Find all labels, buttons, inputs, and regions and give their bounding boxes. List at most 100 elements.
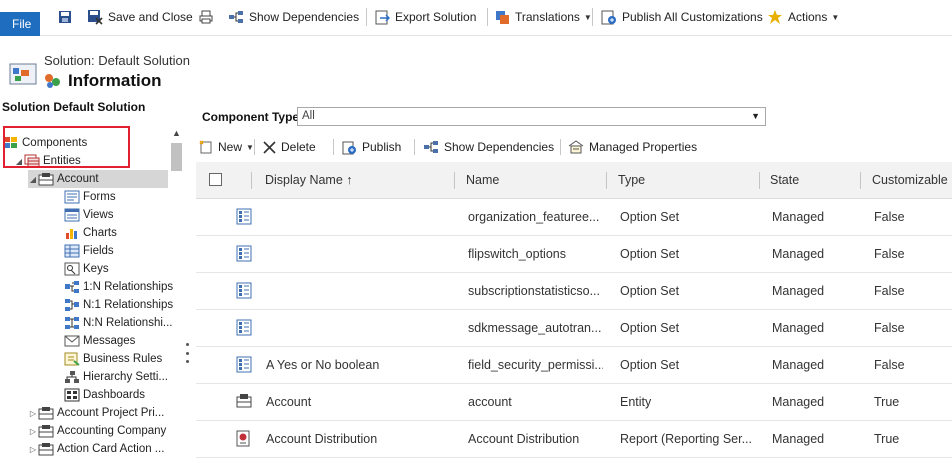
cell-display-name: [266, 199, 451, 236]
scroll-up-icon[interactable]: ▲: [172, 128, 181, 138]
chevron-down-icon: ▼: [246, 142, 254, 152]
table-row[interactable]: flipswitch_options Option Set Managed Fa…: [196, 236, 952, 273]
tree-node-views[interactable]: Views: [64, 206, 113, 224]
cell-type: Option Set: [620, 210, 680, 224]
table-row[interactable]: Account Distribution Account Distributio…: [196, 421, 952, 458]
component-type-label: Component Type: [202, 110, 300, 124]
column-header-customizable[interactable]: Customizable: [872, 162, 948, 199]
table-row[interactable]: organization_featuree... Option Set Mana…: [196, 199, 952, 236]
cell-type: Option Set: [620, 321, 680, 335]
save-close-icon: [88, 10, 103, 25]
keys-icon: [64, 262, 80, 276]
save-icon: [59, 11, 71, 23]
column-header-name[interactable]: Name: [466, 162, 499, 199]
new-button[interactable]: New ▼: [199, 138, 254, 156]
tree-node-account-project-price[interactable]: ▷ Account Project Pri...: [28, 404, 164, 422]
cell-name: subscriptionstatisticso...: [468, 284, 600, 298]
page-title: Information: [68, 71, 162, 90]
tree-node-action-card-action[interactable]: ▷ Action Card Action ...: [28, 440, 164, 458]
publish-all-icon: [601, 10, 616, 25]
cell-state: Managed: [772, 247, 825, 261]
export-solution-label: Export Solution: [395, 10, 477, 24]
tree-node-forms[interactable]: Forms: [64, 188, 116, 206]
solution-tree: Components ◢ Entities ◢ Account Forms Vi…: [0, 130, 188, 459]
tree-node-messages[interactable]: Messages: [64, 332, 135, 350]
export-solution-button[interactable]: Export Solution: [375, 8, 476, 26]
tree-node-1n-relationships[interactable]: 1:N Relationships: [64, 278, 173, 296]
column-separator: [860, 172, 861, 189]
tree-node-keys[interactable]: Keys: [64, 260, 109, 278]
cell-name: sdkmessage_autotran...: [468, 321, 602, 335]
information-icon: [45, 74, 60, 88]
ribbon-show-dependencies-button[interactable]: Show Dependencies: [228, 8, 359, 26]
toolbar-separator: [333, 139, 334, 155]
option-set-icon: [236, 356, 252, 373]
entity-icon: [38, 173, 54, 186]
cell-display-name: Account: [266, 395, 312, 409]
tree-node-n1-relationships[interactable]: N:1 Relationships: [64, 296, 173, 314]
translations-dropdown[interactable]: Translations ▼: [495, 8, 592, 26]
publish-all-customizations-button[interactable]: Publish All Customizations: [601, 8, 763, 26]
table-row[interactable]: Account account Entity Managed True: [196, 384, 952, 421]
tree-node-label: N:1 Relationships: [83, 299, 174, 311]
tree-node-accounting-company[interactable]: ▷ Accounting Company: [28, 422, 166, 440]
tree-node-label: Messages: [83, 335, 136, 347]
dropdown-arrow-icon: ▼: [751, 111, 760, 121]
highlight-box: [3, 126, 130, 168]
pane-splitter[interactable]: [186, 343, 189, 363]
actions-dropdown[interactable]: Actions ▼: [767, 8, 839, 26]
splitter-dot: [186, 343, 189, 346]
table-row[interactable]: sdkmessage_autotran... Option Set Manage…: [196, 310, 952, 347]
dashboards-icon: [64, 388, 80, 402]
column-header-state[interactable]: State: [770, 162, 799, 199]
entity-icon: [38, 425, 54, 438]
tree-node-account[interactable]: ◢ Account: [28, 170, 168, 188]
tree-node-label: Keys: [83, 263, 109, 275]
component-type-select[interactable]: All ▼: [297, 107, 766, 126]
tree-node-hierarchy-settings[interactable]: Hierarchy Setti...: [64, 368, 168, 386]
tree-node-label: N:N Relationshi...: [83, 317, 173, 329]
tree-node-nn-relationships[interactable]: N:N Relationshi...: [64, 314, 172, 332]
cell-customizable: False: [874, 247, 905, 261]
scrollbar-thumb[interactable]: [171, 143, 182, 171]
publish-icon: [342, 141, 356, 154]
publish-button[interactable]: Publish: [342, 138, 401, 156]
save-button[interactable]: [58, 8, 77, 26]
ribbon: File Save and Close Show Dependencies Ex…: [0, 0, 952, 36]
toolbar-separator: [560, 139, 561, 155]
option-set-icon: [236, 319, 252, 336]
tree-node-fields[interactable]: Fields: [64, 242, 114, 260]
tree-node-dashboards[interactable]: Dashboards: [64, 386, 145, 404]
print-button[interactable]: [199, 8, 218, 26]
managed-properties-button[interactable]: Managed Properties: [568, 138, 697, 156]
toolbar-separator: [254, 139, 255, 155]
tree-scrollbar[interactable]: ▲: [168, 128, 184, 459]
dependencies-icon: [229, 11, 243, 23]
cell-state: Managed: [772, 210, 825, 224]
tree-node-label: Business Rules: [83, 353, 163, 365]
column-separator: [606, 172, 607, 189]
table-row[interactable]: A Yes or No boolean field_security_permi…: [196, 347, 952, 384]
actions-icon: [768, 10, 782, 24]
column-header-display-name[interactable]: Display Name ↑: [265, 162, 353, 199]
tree-node-label: Dashboards: [83, 389, 146, 401]
file-button[interactable]: File: [0, 12, 40, 36]
show-dependencies-button[interactable]: Show Dependencies: [423, 138, 554, 156]
cell-type: Report (Reporting Ser...: [620, 432, 753, 446]
cell-display-name: [266, 236, 451, 273]
business-rules-icon: [64, 352, 80, 366]
tree-node-charts[interactable]: Charts: [64, 224, 117, 242]
cell-customizable: False: [874, 321, 905, 335]
delete-button[interactable]: Delete: [263, 138, 316, 156]
cell-display-name: [266, 273, 451, 310]
translations-icon: [496, 10, 509, 24]
column-header-type[interactable]: Type: [618, 162, 645, 199]
cell-state: Managed: [772, 284, 825, 298]
ribbon-separator: [592, 8, 593, 26]
new-label: New: [218, 140, 243, 154]
tree-node-business-rules[interactable]: Business Rules: [64, 350, 162, 368]
cell-display-name: A Yes or No boolean: [266, 358, 380, 372]
table-row[interactable]: subscriptionstatisticso... Option Set Ma…: [196, 273, 952, 310]
select-all-checkbox[interactable]: [209, 173, 222, 186]
save-and-close-button[interactable]: Save and Close: [87, 8, 193, 26]
